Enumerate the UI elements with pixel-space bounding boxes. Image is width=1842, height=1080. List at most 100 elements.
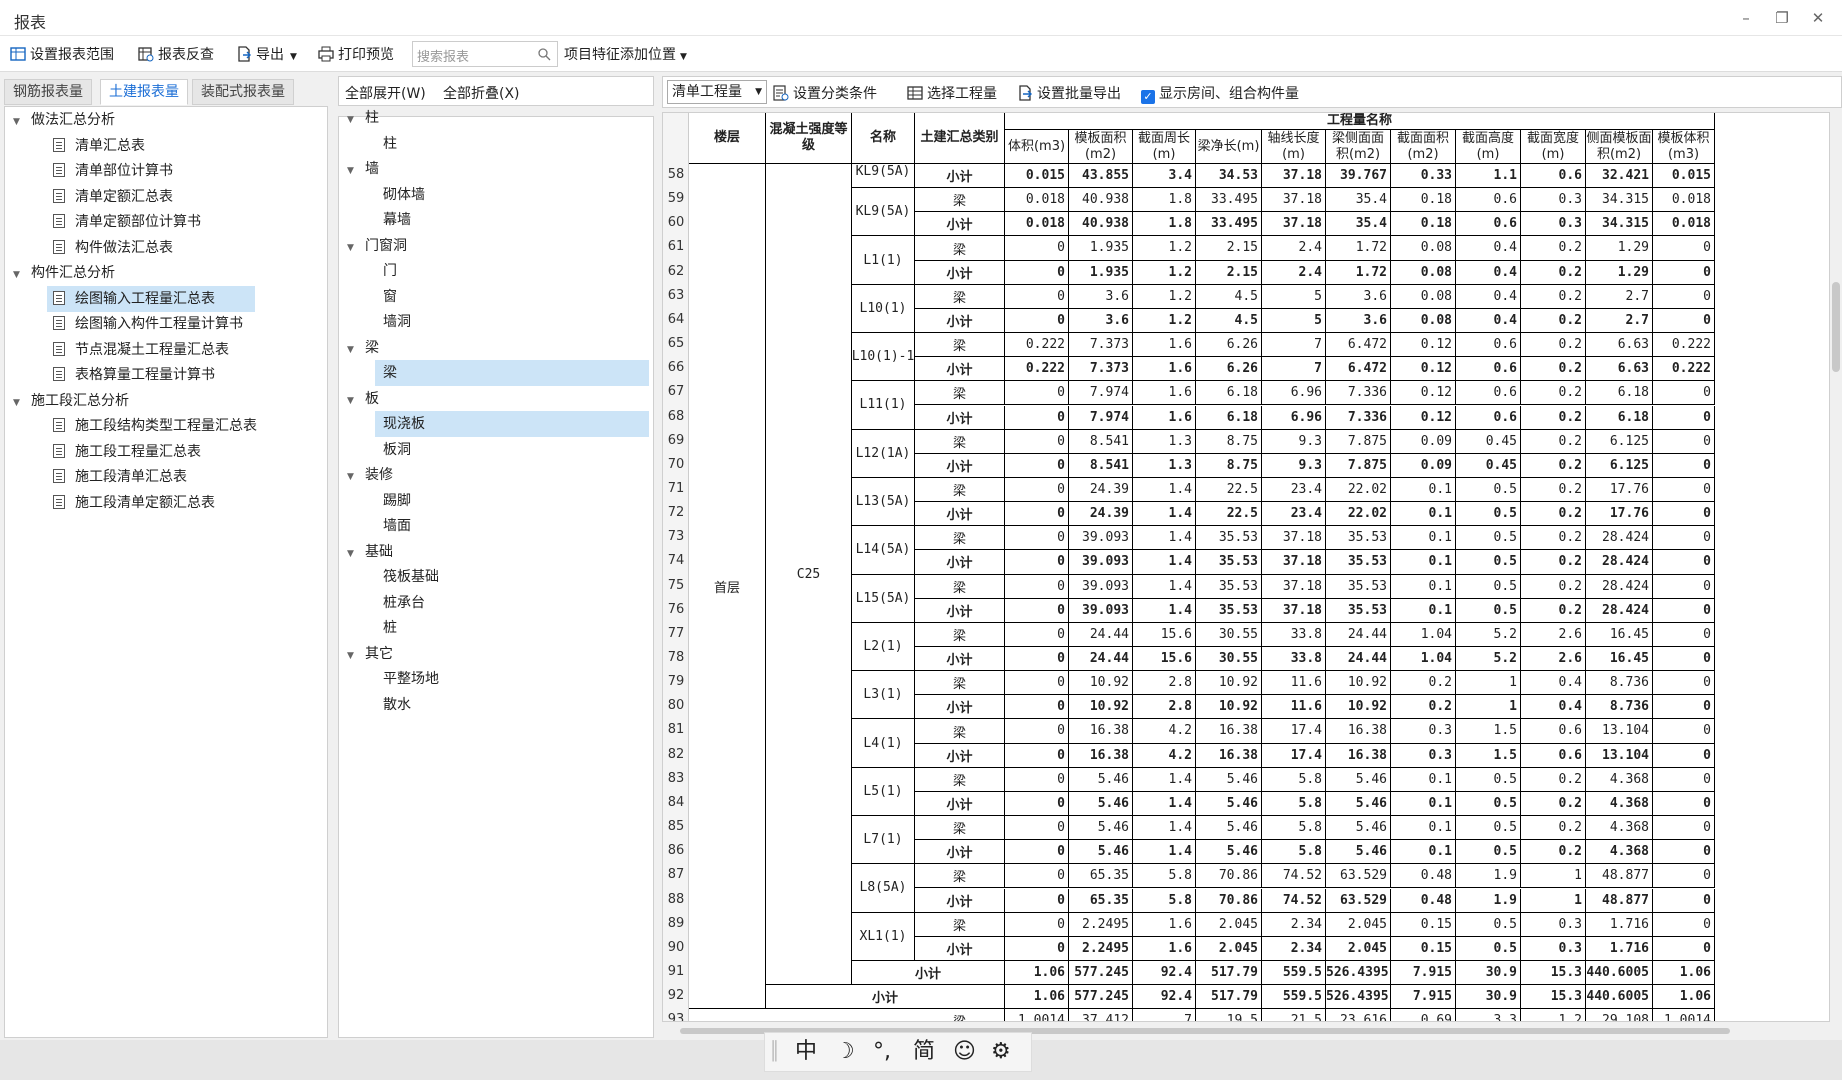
tab-rebar[interactable]: 钢筋报表量 [4,79,92,105]
export-button[interactable]: 导出 ▼ [236,44,297,66]
report-item[interactable]: 施工段结构类型工程量汇总表 [47,413,297,439]
data-cell: 0.2 [1521,260,1586,285]
set-range-button[interactable]: 设置报表范围 [10,44,114,66]
component-item[interactable]: 板洞 [375,437,649,463]
caret-down-icon[interactable]: ▼ [13,109,25,135]
quantity-type-select[interactable]: 清单工程量 ▼ [667,80,767,104]
component-item[interactable]: 筏板基础 [375,564,649,590]
component-item[interactable]: 柱 [375,131,649,157]
component-item[interactable]: 散水 [375,692,649,718]
component-item[interactable]: 桩 [375,615,649,641]
collapse-all-button[interactable]: 全部折叠(X) [443,83,520,103]
report-item[interactable]: 绘图输入构件工程量计算书 [47,311,283,337]
caret-down-icon[interactable]: ▼ [13,390,25,416]
vertical-scroll-thumb[interactable] [1832,282,1840,372]
minimize-button[interactable]: – [1736,8,1756,28]
caret-down-icon[interactable]: ▼ [347,541,359,567]
emoji-icon[interactable]: ☺ [953,1033,976,1071]
component-item[interactable]: 窗 [375,284,649,310]
component-item[interactable]: 现浇板 [375,411,649,437]
report-item[interactable]: 清单定额汇总表 [47,184,213,210]
caret-down-icon[interactable]: ▼ [347,337,359,363]
report-item[interactable]: 施工段清单定额汇总表 [47,490,255,516]
report-item[interactable]: 清单汇总表 [47,133,185,159]
data-cell: 0.12 [1391,405,1456,430]
add-position-dropdown[interactable]: 项目特征添加位置 ▼ [564,44,687,66]
caret-down-icon[interactable]: ▼ [347,107,359,133]
data-cell: 2.6 [1521,647,1586,672]
caret-down-icon[interactable]: ▼ [347,464,359,490]
component-item[interactable]: 墙洞 [375,309,649,335]
report-item[interactable]: 构件做法汇总表 [47,235,213,261]
component-item[interactable]: 梁 [375,360,649,386]
data-cell: 0.2 [1521,453,1586,478]
tree-group[interactable]: ▼ 做法汇总分析 [13,107,115,133]
restore-button[interactable]: ❐ [1772,8,1792,28]
caret-down-icon[interactable]: ▼ [13,262,25,288]
data-cell: 3.6 [1326,284,1391,309]
vertical-scrollbar[interactable] [1830,112,1842,1022]
tab-prefab[interactable]: 装配式报表量 [192,79,294,105]
report-item-label: 绘图输入工程量汇总表 [75,290,215,307]
data-cell: 2.4 [1262,260,1326,285]
component-item[interactable]: 墙面 [375,513,649,539]
print-preview-button[interactable]: 打印预览 [318,44,394,66]
drag-handle-icon[interactable]: ║ [769,1033,780,1071]
batch-export-button[interactable]: 设置批量导出 [1017,83,1121,103]
caret-down-icon[interactable]: ▼ [347,235,359,261]
category-cell: 小计 [915,308,1005,334]
component-item[interactable]: 平整场地 [375,666,649,692]
component-item[interactable]: 砌体墙 [375,182,649,208]
set-category-button[interactable]: 设置分类条件 [773,83,877,103]
report-item[interactable]: 表格算量工程量计算书 [47,362,255,388]
moon-icon[interactable]: ☽ [835,1033,855,1071]
report-item[interactable]: 清单定额部位计算书 [47,209,241,235]
data-cell: 6.18 [1586,405,1653,430]
caret-down-icon[interactable]: ▼ [347,158,359,184]
caret-down-icon[interactable]: ▼ [347,643,359,669]
component-group[interactable]: ▼ 其它 [347,641,393,667]
settings-gear-icon[interactable]: ⚙ [991,1033,1011,1071]
row-number: 91 [667,963,685,979]
component-group[interactable]: ▼ 装修 [347,462,393,488]
report-item[interactable]: 绘图输入工程量汇总表 [47,285,255,312]
caret-down-icon[interactable]: ▼ [347,388,359,414]
expand-all-button[interactable]: 全部展开(W) [345,83,426,103]
show-rooms-checkbox[interactable]: ✓ 显示房间、组合构件量 [1141,83,1299,104]
data-cell: 0.3 [1391,743,1456,768]
component-group-label: 基础 [365,543,393,560]
ime-chinese-button[interactable]: 中 [795,1033,817,1071]
tab-civil[interactable]: 土建报表量 [100,79,188,105]
component-group[interactable]: ▼ 墙 [347,156,379,182]
tree-group[interactable]: ▼ 构件汇总分析 [13,260,115,286]
data-cell: 15.3 [1521,960,1586,986]
component-item[interactable]: 幕墙 [375,207,649,233]
component-group[interactable]: ▼ 门窗洞 [347,233,407,259]
component-item[interactable]: 踢脚 [375,488,649,514]
component-item[interactable]: 桩承台 [375,590,649,616]
data-cell: 4.368 [1586,767,1653,792]
report-tabs: 钢筋报表量 土建报表量 装配式报表量 [0,74,328,105]
component-group[interactable]: ▼ 柱 [347,105,379,131]
recheck-button[interactable]: 报表反查 [138,44,214,66]
data-cell: 1.6 [1133,405,1196,430]
close-button[interactable]: ✕ [1808,8,1828,28]
report-item[interactable]: 节点混凝土工程量汇总表 [47,337,269,363]
tree-group[interactable]: ▼ 施工段汇总分析 [13,388,129,414]
data-cell: 1.2 [1133,236,1196,261]
data-cell: 0 [1005,912,1069,937]
component-group[interactable]: ▼ 板 [347,386,379,412]
simplified-button[interactable]: 简 [913,1033,935,1071]
name-cell: L13(5A) [852,477,915,527]
component-group[interactable]: ▼ 基础 [347,539,393,565]
search-input[interactable]: 搜索报表 [412,41,558,67]
select-quantity-button[interactable]: 选择工程量 [907,83,997,103]
punctuation-button[interactable]: °, [873,1033,891,1071]
report-item[interactable]: 清单部位计算书 [47,158,213,184]
component-item[interactable]: 门 [375,258,649,284]
component-group[interactable]: ▼ 梁 [347,335,379,361]
report-item[interactable]: 施工段工程量汇总表 [47,439,241,465]
data-cell: 5.46 [1069,816,1133,841]
report-item[interactable]: 施工段清单汇总表 [47,464,227,490]
component-group-label: 柱 [365,110,379,126]
